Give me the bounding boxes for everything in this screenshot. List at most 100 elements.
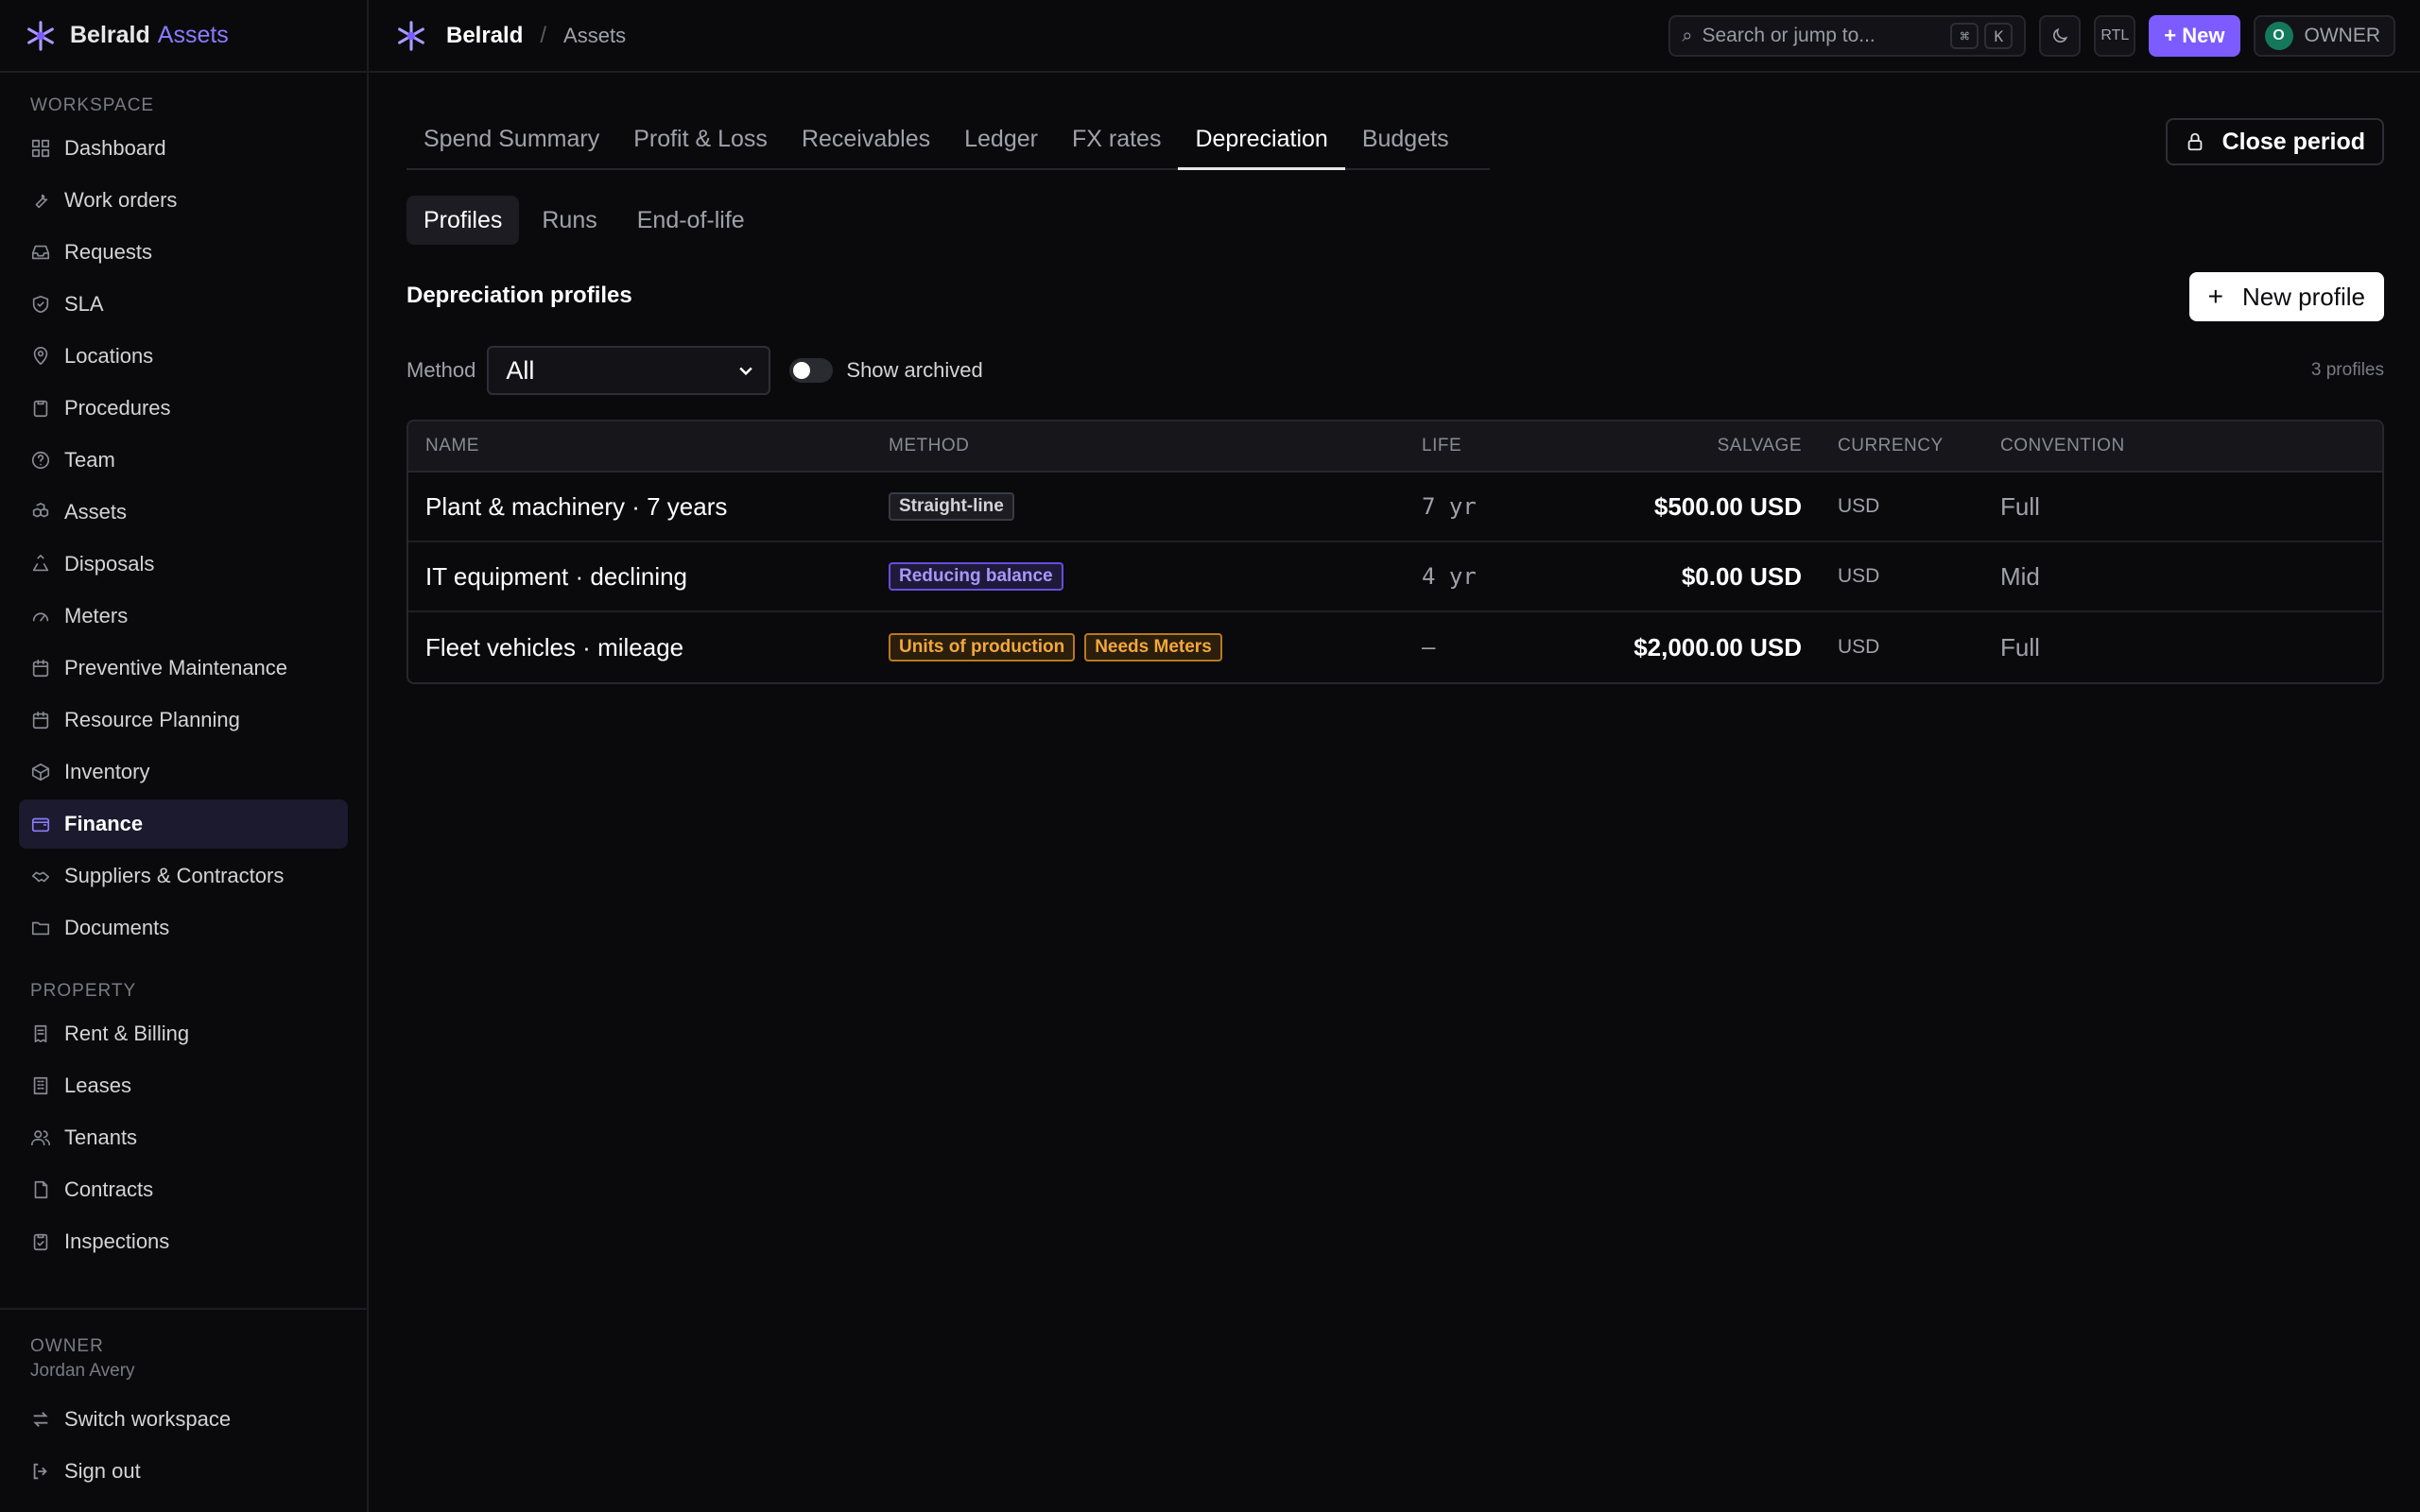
column-header-method[interactable]: METHOD xyxy=(889,436,1422,456)
new-button[interactable]: + New xyxy=(2149,15,2240,57)
account-role: OWNER xyxy=(2304,25,2381,46)
sidebar-item-documents[interactable]: Documents xyxy=(19,903,348,953)
sidebar-item-label: Inventory xyxy=(64,760,150,783)
sidebar-item-inspections[interactable]: Inspections xyxy=(19,1217,348,1266)
sidebar-item-suppliers-and-contractors[interactable]: Suppliers & Contractors xyxy=(19,851,348,901)
sidebar-item-meters[interactable]: Meters xyxy=(19,592,348,641)
new-profile-button[interactable]: + New profile xyxy=(2188,272,2384,321)
sidebar-item-preventive-maintenance[interactable]: Preventive Maintenance xyxy=(19,644,348,693)
cell-convention: Mid xyxy=(2000,561,2040,591)
column-header-convention[interactable]: CONVENTION xyxy=(2000,436,2382,456)
sign-out-label: Sign out xyxy=(64,1459,141,1483)
sidebar-item-dashboard[interactable]: Dashboard xyxy=(19,124,348,173)
column-header-currency[interactable]: CURRENCY xyxy=(1802,436,2000,456)
snowflake-logo-icon xyxy=(27,20,54,51)
handshake-icon xyxy=(30,866,51,886)
breadcrumb-page[interactable]: Assets xyxy=(563,24,626,48)
sidebar-item-label: Finance xyxy=(64,812,144,835)
sidebar-item-label: Procedures xyxy=(64,396,171,420)
sidebar-item-requests[interactable]: Requests xyxy=(19,228,348,277)
users-icon xyxy=(30,1127,51,1148)
calendar-icon xyxy=(30,710,51,730)
account-menu-button[interactable]: O OWNER xyxy=(2253,15,2395,57)
search-icon: ⌕ xyxy=(1682,25,1693,46)
recycle-icon xyxy=(30,554,51,575)
close-period-button[interactable]: Close period xyxy=(2165,118,2384,165)
sidebar-item-label: Contracts xyxy=(64,1177,154,1201)
sidebar-item-label: Resource Planning xyxy=(64,708,240,731)
sidebar-item-label: Suppliers & Contractors xyxy=(64,864,285,887)
cell-salvage: $0.00 USD xyxy=(1681,561,1802,591)
cell-convention: Full xyxy=(2000,632,2040,662)
tab-receivables[interactable]: Receivables xyxy=(785,118,947,170)
app-root: Belrald Assets WORKSPACE Dashboard Work o… xyxy=(0,0,2420,1512)
brand-product: Assets xyxy=(157,22,229,48)
sidebar-item-label: Tenants xyxy=(64,1125,138,1149)
sidebar-item-finance[interactable]: Finance xyxy=(19,799,348,849)
method-filter-label: Method xyxy=(406,358,476,382)
tab-ledger[interactable]: Ledger xyxy=(947,118,1055,170)
property-nav: Rent & Billing Leases Tenants Contracts Insp… xyxy=(0,1009,367,1266)
column-header-salvage[interactable]: SALVAGE xyxy=(1535,436,1802,456)
cell-method: Straight-line xyxy=(889,492,1422,521)
cell-currency: USD xyxy=(1838,565,1880,587)
table-row[interactable]: Plant & machinery · 7 years Straight-line… xyxy=(408,472,2382,542)
sidebar-item-inventory[interactable]: Inventory xyxy=(19,747,348,797)
sidebar-item-label: Dashboard xyxy=(64,136,166,160)
sidebar-item-assets[interactable]: Assets xyxy=(19,488,348,537)
box-icon xyxy=(30,762,51,782)
sidebar-item-disposals[interactable]: Disposals xyxy=(19,540,348,589)
workspace-nav: Dashboard Work orders Requests SLA Locations… xyxy=(0,124,367,953)
sidebar-item-label: Team xyxy=(64,448,115,472)
boxes-icon xyxy=(30,502,51,523)
column-header-name[interactable]: NAME xyxy=(408,436,889,456)
subtab-end-of-life[interactable]: End-of-life xyxy=(620,196,762,245)
theme-toggle-button[interactable] xyxy=(2039,15,2082,57)
sidebar-item-sla[interactable]: SLA xyxy=(19,280,348,329)
grid-icon xyxy=(30,138,51,159)
tab-spend-summary[interactable]: Spend Summary xyxy=(406,118,616,170)
subtab-runs[interactable]: Runs xyxy=(525,196,614,245)
building-icon xyxy=(30,1075,51,1096)
sidebar-item-tenants[interactable]: Tenants xyxy=(19,1113,348,1162)
tab-profit-and-loss[interactable]: Profit & Loss xyxy=(616,118,785,170)
footer-role: OWNER xyxy=(30,1336,104,1356)
sidebar-item-label: Requests xyxy=(64,240,152,264)
sidebar-item-team[interactable]: Team xyxy=(19,436,348,485)
search-shortcut: ⌘ K xyxy=(1950,23,2014,49)
table-row[interactable]: IT equipment · declining Reducing balance… xyxy=(408,542,2382,612)
table-row[interactable]: Fleet vehicles · mileage Units of product… xyxy=(408,612,2382,682)
sidebar-item-procedures[interactable]: Procedures xyxy=(19,384,348,433)
sidebar-item-leases[interactable]: Leases xyxy=(19,1061,348,1110)
brand[interactable]: Belrald Assets xyxy=(0,0,367,73)
sidebar-item-resource-planning[interactable]: Resource Planning xyxy=(19,696,348,745)
cell-currency: USD xyxy=(1838,636,1880,658)
sidebar-item-label: Disposals xyxy=(64,552,155,576)
avatar: O xyxy=(2264,22,2293,50)
tab-depreciation[interactable]: Depreciation xyxy=(1178,118,1345,170)
tab-fx-rates[interactable]: FX rates xyxy=(1055,118,1178,170)
sidebar-item-locations[interactable]: Locations xyxy=(19,332,348,381)
column-header-life[interactable]: LIFE xyxy=(1422,436,1535,456)
sidebar-item-label: SLA xyxy=(64,292,104,316)
breadcrumb: Belrald / Assets xyxy=(369,20,626,52)
finance-tabs: Spend Summary Profit & Loss Receivables Led… xyxy=(406,118,1490,170)
search-input[interactable]: ⌕ Search or jump to... ⌘ K xyxy=(1668,15,2027,57)
switch-workspace-button[interactable]: Switch workspace xyxy=(19,1395,348,1444)
sidebar-item-work-orders[interactable]: Work orders xyxy=(19,176,348,225)
lock-icon xyxy=(2187,132,2202,151)
plus-icon: + xyxy=(2207,282,2223,311)
method-select[interactable]: All xyxy=(487,346,771,395)
breadcrumb-org[interactable]: Belrald xyxy=(446,23,523,49)
file-icon xyxy=(30,1179,51,1200)
tab-budgets[interactable]: Budgets xyxy=(1345,118,1466,170)
show-archived-toggle[interactable] xyxy=(789,358,834,383)
subtab-profiles[interactable]: Profiles xyxy=(406,196,520,245)
sign-out-button[interactable]: Sign out xyxy=(19,1447,348,1496)
cell-salvage: $500.00 USD xyxy=(1653,491,1802,521)
method-badge: Units of production xyxy=(889,633,1076,662)
sidebar-item-contracts[interactable]: Contracts xyxy=(19,1165,348,1214)
rtl-toggle-button[interactable]: RTL xyxy=(2094,15,2136,57)
topbar-actions: ⌕ Search or jump to... ⌘ K RTL + New O O… xyxy=(1668,15,2395,57)
sidebar-item-rent-and-billing[interactable]: Rent & Billing xyxy=(19,1009,348,1058)
